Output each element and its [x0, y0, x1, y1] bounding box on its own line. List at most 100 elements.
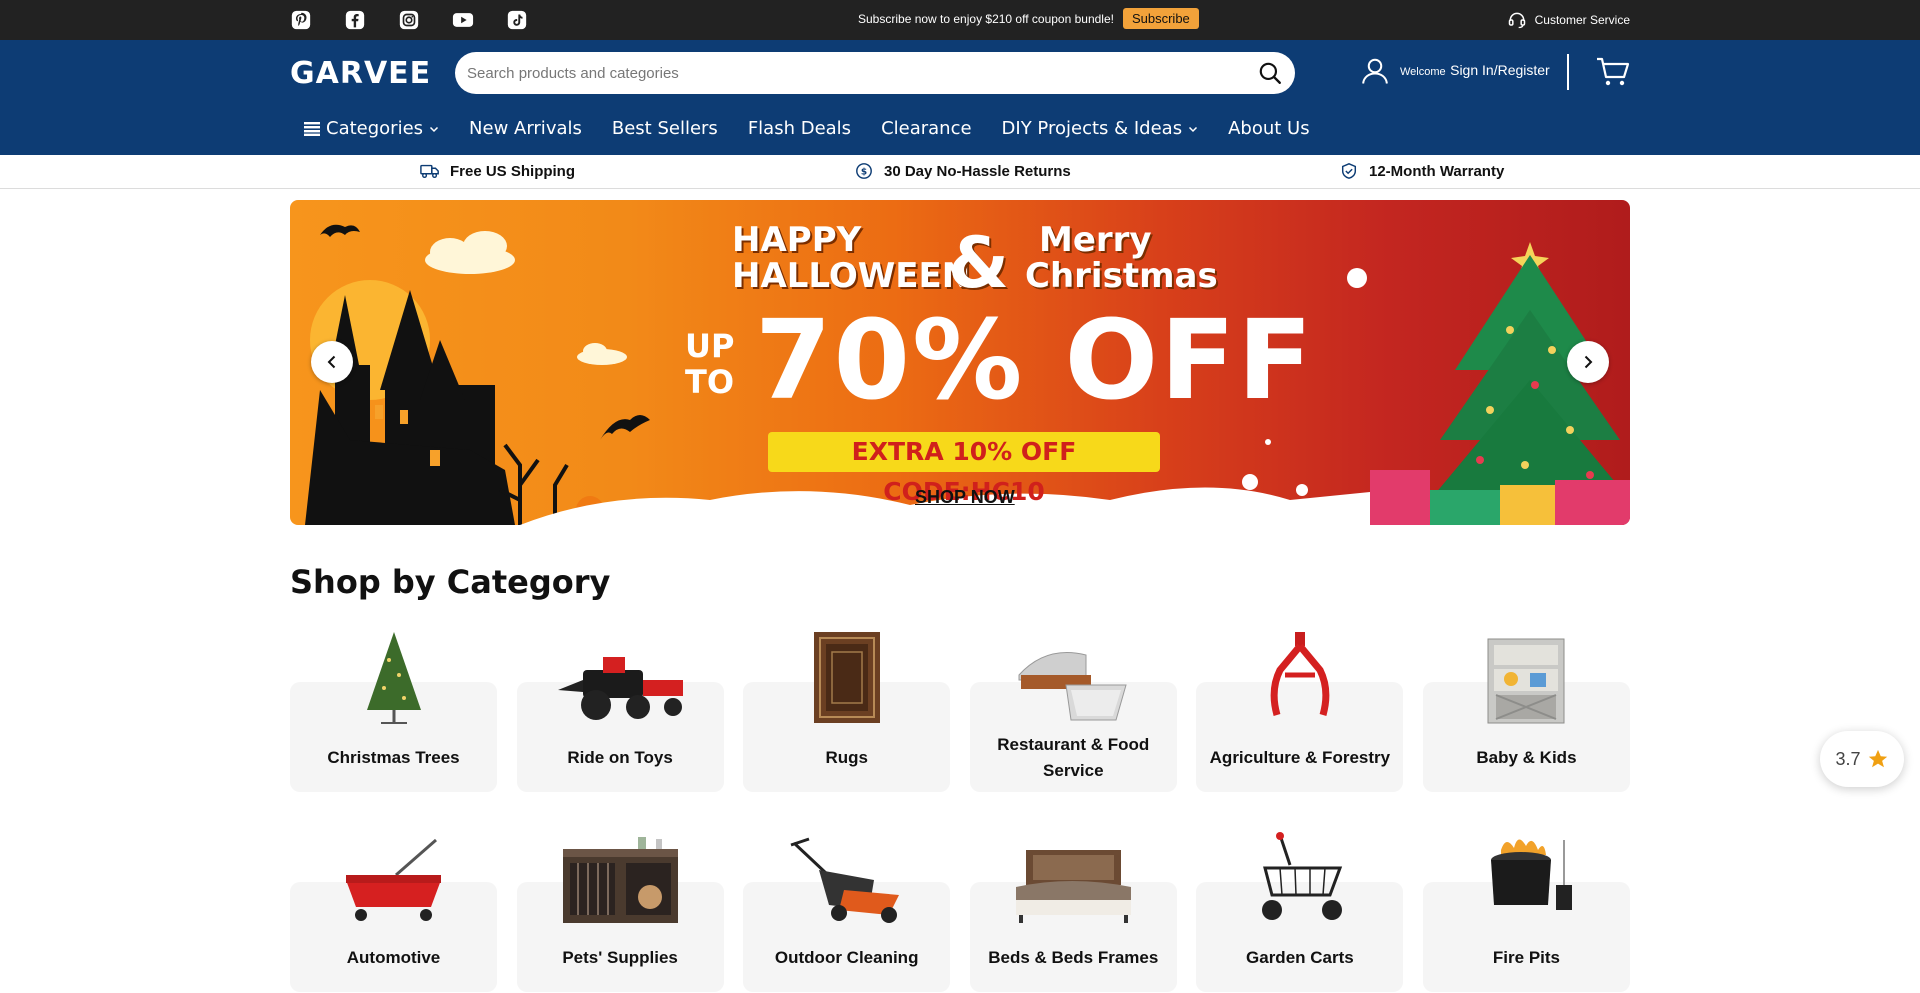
category-label: Automotive: [346, 947, 441, 967]
nav-about-us[interactable]: About Us: [1228, 118, 1310, 139]
banner-upto: UP TO: [685, 328, 734, 400]
promo-text: Subscribe now to enjoy $210 off coupon b…: [858, 11, 1114, 26]
banner-halloween-title: HAPPY HALLOWEEN: [732, 222, 970, 294]
facebook-icon[interactable]: [344, 9, 366, 31]
chafing-dish-image: [998, 630, 1148, 725]
toy-storage-image: [1451, 630, 1601, 725]
rating-value: 3.7: [1835, 748, 1861, 769]
carousel-prev-button[interactable]: [311, 341, 353, 383]
nav-categories-label: Categories: [326, 118, 424, 139]
category-christmas-trees[interactable]: Christmas Trees: [290, 630, 497, 792]
account-link[interactable]: Welcome Sign In/Register: [1360, 56, 1550, 86]
category-label: Christmas Trees: [327, 747, 460, 767]
category-label: Restaurant & Food Service: [997, 734, 1150, 780]
hero-banner[interactable]: HAPPY HALLOWEEN & Merry Christmas UP TO …: [290, 200, 1630, 525]
main-nav: Categories New Arrivals Best Sellers Fla…: [304, 118, 1310, 139]
social-links: [290, 9, 528, 31]
instagram-icon[interactable]: [398, 9, 420, 31]
cart-icon[interactable]: [1596, 56, 1630, 88]
headset-icon: [1508, 12, 1525, 29]
category-automotive[interactable]: Automotive: [290, 830, 497, 992]
banner-coupon-code: EXTRA 10% OFF CODE:HC10: [768, 432, 1160, 506]
benefit-returns: $ 30 Day No-Hassle Returns: [854, 162, 1071, 180]
shop-by-category-title: Shop by Category: [290, 563, 611, 601]
banner-merry-text: Merry: [1039, 220, 1152, 260]
banner-happy-text: HAPPY: [732, 220, 862, 260]
category-label: Garden Carts: [1246, 947, 1354, 967]
benefit-shipping-label: Free US Shipping: [450, 162, 576, 180]
signin-register-link[interactable]: Sign In/Register: [1450, 62, 1550, 78]
chevron-left-icon: [327, 355, 336, 369]
main-header: GARVEE Welcome Sign In/Register Categori…: [0, 40, 1920, 155]
category-label: Fire Pits: [1492, 947, 1561, 967]
category-ride-on-toys[interactable]: Ride on Toys: [516, 630, 724, 792]
banner-up-text: UP: [685, 327, 735, 365]
banner-halloween-text: HALLOWEEN: [732, 256, 971, 296]
benefit-warranty: 12-Month Warranty: [1339, 162, 1504, 180]
category-rugs[interactable]: Rugs: [743, 630, 951, 792]
category-outdoor-cleaning[interactable]: Outdoor Cleaning: [743, 830, 951, 992]
nav-flash-deals[interactable]: Flash Deals: [748, 118, 851, 139]
nav-diy-projects[interactable]: DIY Projects & Ideas: [1002, 118, 1199, 139]
dog-crate-furniture-image: [545, 830, 695, 925]
search-bar: [455, 52, 1295, 94]
benefit-returns-label: 30 Day No-Hassle Returns: [884, 162, 1071, 180]
rug-image: [772, 630, 922, 725]
category-beds-frames[interactable]: Beds & Beds Frames: [969, 830, 1177, 992]
category-agriculture-forestry[interactable]: Agriculture & Forestry: [1196, 630, 1404, 792]
welcome-text: Welcome: [1400, 66, 1446, 78]
menu-icon: [304, 121, 320, 136]
youtube-icon[interactable]: [452, 9, 474, 31]
nav-best-sellers[interactable]: Best Sellers: [612, 118, 718, 139]
category-restaurant-food-service[interactable]: Restaurant & Food Service: [969, 630, 1177, 792]
benefit-warranty-label: 12-Month Warranty: [1369, 162, 1505, 180]
chevron-down-icon: [1189, 126, 1198, 132]
nav-new-arrivals[interactable]: New Arrivals: [469, 118, 582, 139]
christmas-tree-image: [319, 630, 469, 725]
category-label: Outdoor Cleaning: [774, 947, 919, 967]
subscribe-button[interactable]: Subscribe: [1122, 8, 1199, 29]
lawn-sweeper-image: [772, 830, 922, 925]
category-grid: Christmas Trees Ride on Toys Rugs Restau…: [290, 630, 1630, 992]
ride-on-toy-image: [545, 630, 695, 725]
category-fire-pits[interactable]: Fire Pits: [1422, 830, 1630, 992]
category-label: Beds & Beds Frames: [988, 947, 1159, 967]
category-baby-kids[interactable]: Baby & Kids: [1422, 630, 1630, 792]
category-label: Agriculture & Forestry: [1209, 747, 1391, 767]
rating-widget[interactable]: 3.7: [1820, 731, 1904, 787]
nav-diy-label: DIY Projects & Ideas: [1001, 118, 1183, 139]
shield-icon: [1341, 163, 1357, 179]
tiktok-icon[interactable]: [506, 9, 528, 31]
header-divider: [1567, 54, 1569, 90]
chevron-right-icon: [1584, 355, 1593, 369]
search-input[interactable]: [467, 64, 1257, 82]
benefits-bar: Free US Shipping $ 30 Day No-Hassle Retu…: [0, 155, 1920, 189]
fire-pit-image: [1451, 830, 1601, 925]
category-pets-supplies[interactable]: Pets' Supplies: [516, 830, 724, 992]
nav-categories[interactable]: Categories: [304, 118, 439, 139]
banner-shop-now-link[interactable]: SHOP NOW: [915, 487, 1015, 508]
bed-frame-image: [998, 830, 1148, 925]
returns-icon: $: [856, 163, 872, 179]
banner-christmas-title: Merry Christmas: [1025, 222, 1218, 294]
star-icon: [1868, 749, 1887, 768]
chevron-down-icon: [430, 126, 439, 132]
carousel-next-button[interactable]: [1567, 341, 1609, 383]
customer-service-link[interactable]: Customer Service: [1507, 10, 1630, 30]
category-label: Ride on Toys: [567, 747, 673, 767]
nav-clearance[interactable]: Clearance: [881, 118, 971, 139]
oil-drain-pan-image: [319, 830, 469, 925]
benefit-shipping: Free US Shipping: [420, 162, 575, 180]
promo-banner: Subscribe now to enjoy $210 off coupon b…: [858, 8, 1199, 29]
garden-cart-image: [1225, 830, 1375, 925]
category-label: Rugs: [825, 747, 868, 767]
search-icon[interactable]: [1257, 60, 1283, 86]
top-bar: Subscribe now to enjoy $210 off coupon b…: [0, 0, 1920, 40]
site-logo[interactable]: GARVEE: [290, 56, 431, 91]
banner-ampersand: &: [948, 222, 1010, 304]
banner-to-text: TO: [685, 363, 735, 401]
pinterest-icon[interactable]: [290, 9, 312, 31]
category-garden-carts[interactable]: Garden Carts: [1196, 830, 1404, 992]
svg-text:$: $: [861, 168, 867, 178]
user-icon: [1362, 58, 1388, 84]
